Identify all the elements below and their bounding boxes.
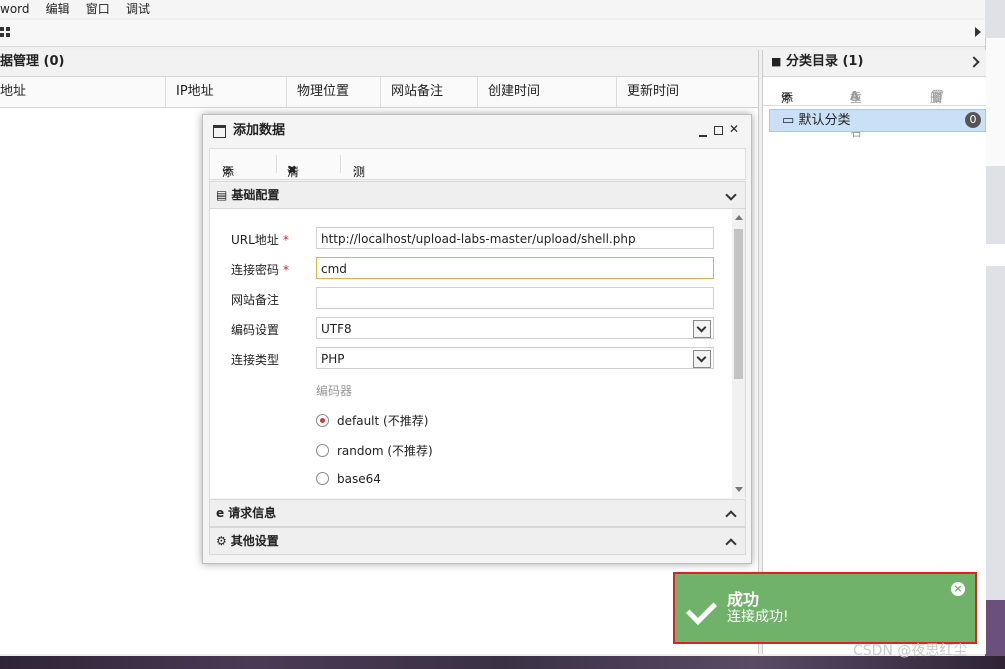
password-label: 连接密码 * (231, 263, 290, 277)
folder-open-icon: ▭ (782, 113, 795, 128)
table-header: 地址 IP地址 物理位置 网站备注 创建时间 更新时间 (0, 77, 758, 108)
category-item-default[interactable]: ▭ 默认分类 0 (769, 109, 986, 132)
folder-icon: ■ (771, 55, 782, 68)
encoder-option-base64[interactable]: base64 (316, 472, 381, 486)
selected-value: UTF8 (321, 322, 352, 336)
chevron-down-icon[interactable] (693, 350, 711, 368)
section-request-info[interactable]: e 请求信息 (209, 499, 746, 527)
category-label: 默认分类 (798, 113, 851, 128)
toast-message: 连接成功! (727, 609, 789, 625)
section-basic-config[interactable]: ▤ 基础配置 (209, 181, 746, 209)
chevron-right-icon[interactable] (968, 56, 980, 68)
column-header[interactable]: 网站备注 (381, 77, 478, 107)
panel-title: 分类目录 (1) (785, 54, 864, 69)
option-label: default (不推荐) (337, 414, 429, 428)
type-select[interactable]: PHP (316, 347, 714, 369)
chevron-right-icon[interactable] (975, 27, 981, 37)
selected-value: PHP (321, 352, 345, 366)
option-label: random (不推荐) (337, 444, 433, 458)
menu-item-app[interactable]: word (0, 0, 30, 18)
column-header[interactable]: 地址 (0, 77, 166, 107)
file-icon: ▤ (216, 188, 228, 202)
section-title: 请求信息 (228, 506, 277, 520)
close-icon[interactable]: ✕ (728, 123, 740, 135)
toolbar-divider (276, 155, 277, 173)
maximize-icon[interactable] (714, 126, 723, 135)
menu-item-window[interactable]: 窗口 (86, 0, 110, 18)
column-header[interactable]: IP地址 (166, 77, 287, 107)
basic-config-form: URL地址 * http://localhost/upload-labs-mast… (209, 209, 746, 498)
count-badge: 0 (965, 112, 981, 128)
add-data-dialog: 添加数据 ✕ ⊕ 添加 ✖清空 ◌ 测试连接 ▤基础配置 URL地址* http… (202, 114, 752, 564)
option-label: base64 (337, 472, 381, 486)
url-input[interactable]: http://localhost/upload-labs-master/uplo… (316, 227, 714, 249)
column-header[interactable]: 更新时间 (617, 77, 758, 107)
encoder-label: 编码器 (316, 384, 353, 398)
toolbar-divider (340, 155, 341, 173)
menu-bar: word 编辑 窗口 调试 (0, 0, 985, 18)
scroll-down-icon[interactable] (735, 487, 743, 492)
radio-icon (316, 472, 329, 485)
section-other-settings[interactable]: ⚙ 其他设置 (209, 527, 746, 555)
tab-toolbar (0, 20, 985, 47)
encoding-label: 编码设置 (231, 323, 280, 337)
cogs-icon: ⚙ (216, 534, 227, 548)
radio-icon (316, 444, 329, 457)
chevron-down-icon[interactable] (693, 320, 711, 338)
check-icon (685, 593, 718, 626)
close-icon[interactable]: × (951, 582, 965, 596)
category-panel-header: ■ 分类目录 (1) (763, 50, 986, 77)
url-label: URL地址 * (231, 233, 289, 247)
category-panel: ■ 分类目录 (1) ⊕ 添加 A 重命名 🗑删除 ▭ 默认分类 0 (762, 50, 986, 654)
password-input[interactable]: cmd (316, 257, 714, 279)
desktop-window-fragment (985, 38, 1005, 166)
dialog-title: 添加数据 (233, 123, 286, 138)
menu-item-debug[interactable]: 调试 (126, 0, 150, 18)
window-icon (213, 125, 226, 138)
encoder-option-default[interactable]: default (不推荐) (316, 412, 428, 429)
chevron-down-icon[interactable] (725, 189, 737, 201)
form-scrollbar[interactable] (732, 209, 745, 498)
dialog-toolbar: ⊕ 添加 ✖清空 ◌ 测试连接 (209, 148, 746, 230)
column-header[interactable]: 创建时间 (478, 77, 617, 107)
note-input[interactable] (316, 287, 714, 309)
encoder-option-random[interactable]: random (不推荐) (316, 442, 433, 459)
category-toolbar: ⊕ 添加 A 重命名 🗑删除 (763, 77, 986, 139)
chevron-up-icon[interactable] (725, 538, 737, 550)
menu-item-edit[interactable]: 编辑 (46, 0, 70, 18)
desktop-right-strip (985, 0, 1005, 669)
minimize-icon[interactable] (699, 125, 707, 137)
success-toast: 成功 连接成功! × (673, 572, 977, 644)
scroll-thumb[interactable] (734, 229, 743, 379)
grid-icon[interactable] (0, 27, 10, 37)
ie-icon: e (216, 506, 225, 520)
note-label: 网站备注 (231, 293, 280, 307)
radio-checked-icon (316, 414, 329, 427)
section-title: 其他设置 (230, 534, 279, 548)
panel-title: 据管理 (0) (0, 50, 758, 77)
chevron-up-icon[interactable] (725, 510, 737, 522)
scroll-up-icon[interactable] (735, 215, 743, 220)
encoding-select[interactable]: UTF8 (316, 317, 714, 339)
section-title: 基础配置 (231, 188, 280, 202)
type-label: 连接类型 (231, 353, 280, 367)
column-header[interactable]: 物理位置 (287, 77, 381, 107)
dialog-titlebar[interactable]: 添加数据 ✕ (203, 115, 751, 147)
watermark: CSDN @夜思红尘 (853, 643, 968, 659)
desktop-window-fragment (985, 244, 1005, 266)
